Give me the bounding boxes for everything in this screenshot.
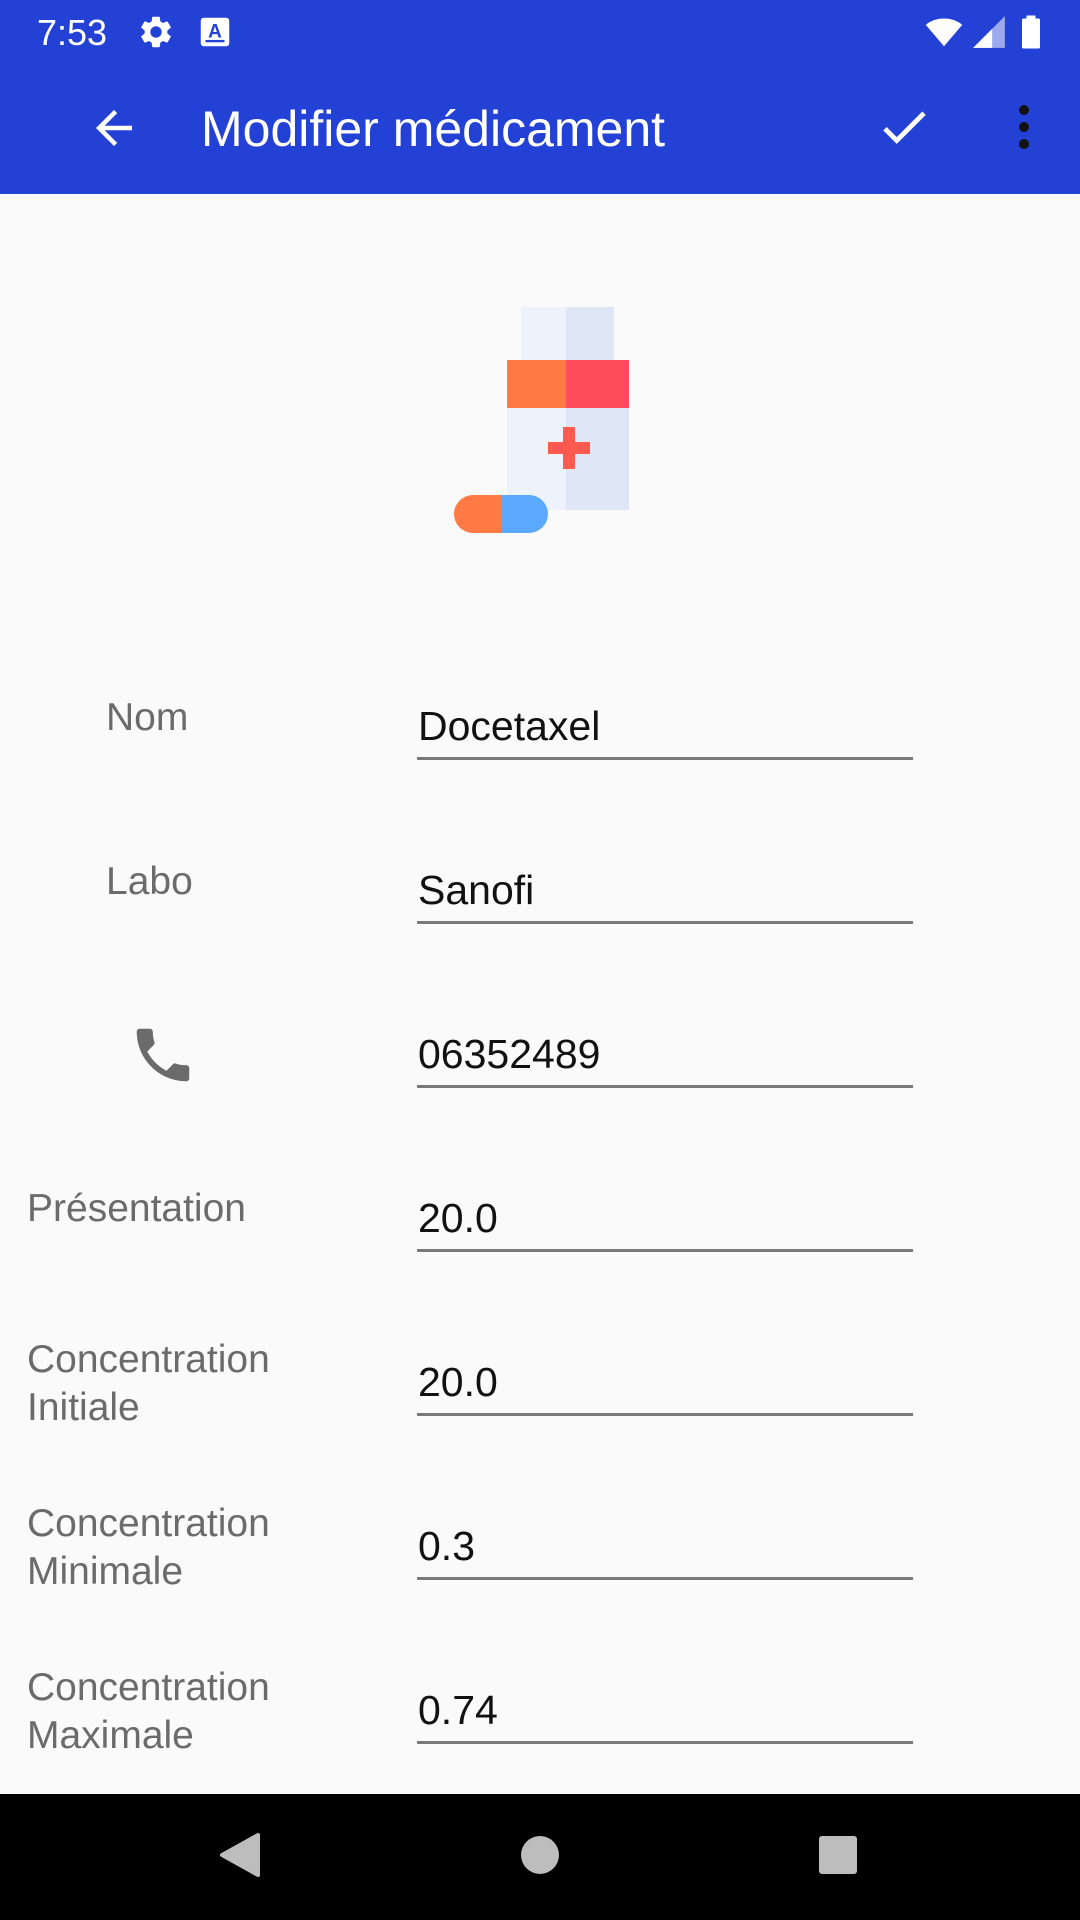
concentration-initiale-field (417, 1356, 913, 1416)
concentration-initiale-label: Concentration Initiale (27, 1336, 270, 1432)
phone-field (417, 1028, 913, 1088)
labo-input[interactable] (417, 864, 913, 921)
concentration-minimale-label-line2: Minimale (27, 1550, 184, 1593)
signal-icon (970, 13, 1008, 51)
app-toolbar: Modifier médicament (0, 63, 1080, 194)
concentration-initiale-input[interactable] (417, 1356, 913, 1413)
system-navigation-bar (0, 1794, 1080, 1920)
wifi-icon (922, 13, 966, 51)
labo-label: Labo (106, 860, 193, 903)
concentration-maximale-label-line1: Concentration (27, 1666, 270, 1709)
presentation-input[interactable] (417, 1192, 913, 1249)
nom-label: Nom (106, 696, 189, 739)
concentration-maximale-label-line2: Maximale (27, 1714, 194, 1757)
status-time: 7:53 (37, 12, 108, 53)
back-button[interactable] (76, 93, 152, 163)
page-title: Modifier médicament (201, 101, 666, 157)
nav-back-button[interactable] (180, 1794, 300, 1920)
confirm-button[interactable] (866, 91, 942, 163)
concentration-initiale-label-line1: Concentration (27, 1338, 270, 1381)
phone-input[interactable] (417, 1028, 913, 1085)
concentration-maximale-field (417, 1684, 913, 1744)
concentration-minimale-label-line1: Concentration (27, 1502, 270, 1545)
status-bar: 7:53 A (0, 0, 1080, 63)
home-circle-icon (520, 1835, 560, 1880)
gear-icon (137, 13, 175, 51)
battery-icon (1013, 13, 1049, 51)
nav-recents-button[interactable] (778, 1794, 898, 1920)
back-triangle-icon (218, 1831, 262, 1884)
concentration-maximale-label: Concentration Maximale (27, 1664, 270, 1760)
concentration-minimale-input[interactable] (417, 1520, 913, 1577)
overflow-menu-button[interactable] (1004, 91, 1044, 163)
concentration-maximale-input[interactable] (417, 1684, 913, 1741)
recents-square-icon (818, 1835, 858, 1880)
nom-input[interactable] (417, 700, 913, 757)
labo-field (417, 864, 913, 924)
svg-text:A: A (208, 22, 222, 43)
concentration-initiale-label-line2: Initiale (27, 1386, 140, 1429)
presentation-field (417, 1192, 913, 1252)
concentration-minimale-label: Concentration Minimale (27, 1500, 270, 1596)
arrow-back-icon (87, 101, 141, 155)
medicine-bottle-pill-icon (440, 300, 640, 540)
more-vert-icon (1017, 104, 1031, 150)
a-box-icon: A (196, 13, 234, 51)
check-icon (875, 98, 933, 156)
nom-field (417, 700, 913, 760)
presentation-label: Présentation (27, 1187, 246, 1230)
nav-home-button[interactable] (480, 1794, 600, 1920)
phone-icon (128, 1020, 198, 1090)
concentration-minimale-field (417, 1520, 913, 1580)
